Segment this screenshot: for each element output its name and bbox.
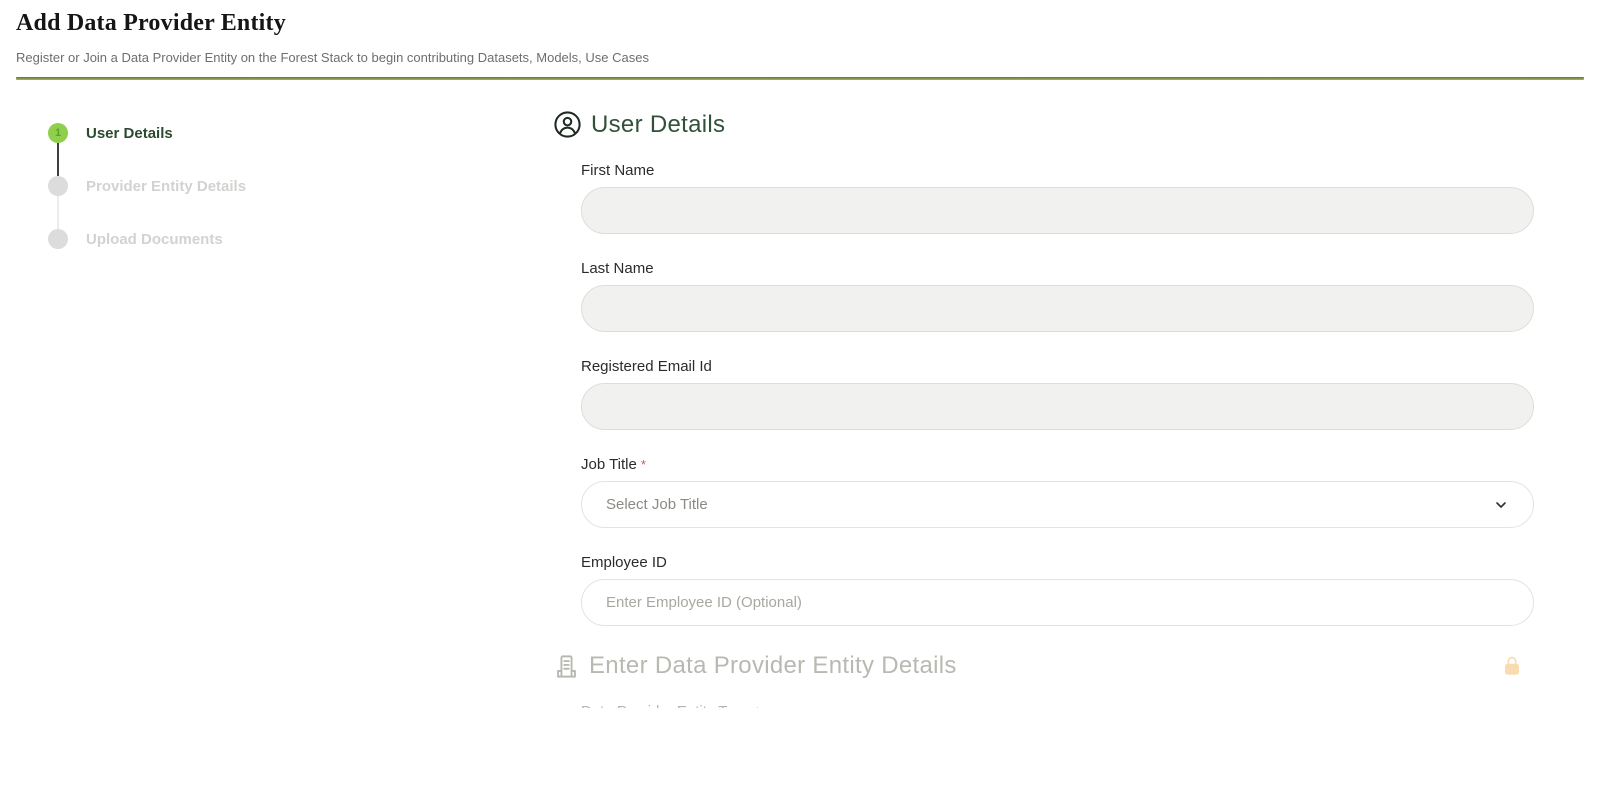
lock-icon — [1501, 654, 1523, 678]
last-name-label: Last Name — [581, 260, 654, 277]
step-2-indicator: 2 — [48, 176, 68, 196]
employee-id-label: Employee ID — [581, 554, 667, 571]
step-connector-1 — [57, 143, 59, 176]
step-1-indicator: 1 — [48, 123, 68, 143]
entity-details-section-title: Enter Data Provider Entity Details — [589, 652, 957, 679]
registered-email-field-group: Registered Email Id — [581, 358, 1534, 430]
entity-details-section-header: Enter Data Provider Entity Details — [553, 652, 1545, 680]
step-3-number: 3 — [54, 233, 62, 245]
stepper-step-upload-documents[interactable]: 3 Upload Documents — [48, 229, 553, 249]
entity-type-required-marker: * — [755, 704, 760, 708]
entity-type-label-text: Data Provider Entity Type — [581, 703, 751, 708]
entity-details-section: Enter Data Provider Entity Details Data … — [553, 652, 1545, 708]
stepper: 1 User Details 2 Provider Entity Details… — [0, 80, 553, 249]
registered-email-input — [581, 383, 1534, 430]
step-2-label: Provider Entity Details — [86, 177, 247, 195]
employee-id-input[interactable] — [581, 579, 1534, 626]
step-1-number: 1 — [54, 127, 62, 139]
user-details-section: User Details First Name Last Name Regist… — [553, 110, 1545, 626]
employee-id-field-group: Employee ID — [581, 554, 1534, 626]
user-circle-icon — [553, 110, 582, 139]
step-3-label: Upload Documents — [86, 230, 223, 248]
step-1-label: User Details — [86, 124, 173, 142]
entity-type-label: Data Provider Entity Type * — [581, 703, 1534, 708]
user-details-fields: First Name Last Name Registered Email Id… — [581, 162, 1534, 626]
user-details-section-header: User Details — [553, 110, 1545, 139]
entity-type-field-group: Data Provider Entity Type* Select Data P… — [581, 703, 1534, 708]
job-title-label: Job Title * — [581, 456, 1534, 473]
form-column: User Details First Name Last Name Regist… — [553, 80, 1545, 708]
first-name-field-group: First Name — [581, 162, 1534, 234]
entity-details-fields: Data Provider Entity Type* Select Data P… — [581, 703, 1534, 708]
step-connector-2 — [57, 196, 59, 229]
last-name-field-group: Last Name — [581, 260, 1534, 332]
building-icon — [553, 653, 580, 680]
user-details-section-title: User Details — [591, 110, 726, 138]
chevron-down-icon — [1493, 497, 1509, 513]
stepper-step-provider-entity-details[interactable]: 2 Provider Entity Details — [48, 176, 553, 196]
first-name-input — [581, 187, 1534, 234]
job-title-select-value: Select Job Title — [606, 496, 708, 513]
step-2-number: 2 — [54, 180, 62, 192]
main-content: 1 User Details 2 Provider Entity Details… — [0, 80, 1600, 708]
stepper-step-user-details[interactable]: 1 User Details — [48, 123, 553, 143]
first-name-label: First Name — [581, 162, 655, 179]
step-3-indicator: 3 — [48, 229, 68, 249]
job-title-select[interactable]: Select Job Title — [581, 481, 1534, 528]
page-title: Add Data Provider Entity — [16, 10, 286, 36]
job-title-field-group: Job Title * Select Job Title — [581, 456, 1534, 528]
page-subtitle: Register or Join a Data Provider Entity … — [16, 50, 649, 65]
job-title-required-marker: * — [640, 457, 646, 472]
registered-email-label: Registered Email Id — [581, 358, 712, 375]
page-header: Add Data Provider Entity Register or Joi… — [0, 0, 1600, 80]
job-title-label-text: Job Title — [581, 456, 637, 473]
last-name-input — [581, 285, 1534, 332]
